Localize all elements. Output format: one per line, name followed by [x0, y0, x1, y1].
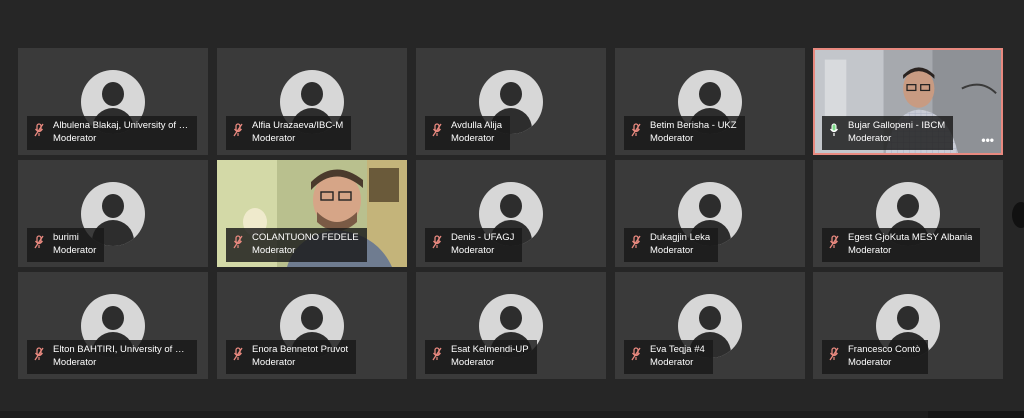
participant-tile[interactable]: Francesco Contò Moderator: [813, 272, 1003, 379]
participant-tile[interactable]: Albulena Blakaj, University of Pri... Mo…: [18, 48, 208, 155]
participant-role: Moderator: [650, 357, 694, 368]
participant-role: Moderator: [451, 357, 495, 368]
participant-name: Elton BAHTIRI, University of Prish...: [53, 344, 189, 355]
participant-label: burimi Moderator: [27, 228, 105, 262]
bottom-bar-button[interactable]: [928, 411, 1024, 418]
participant-tile[interactable]: Denis - UFAGJ Moderator: [416, 160, 606, 267]
participant-label: Egest GjoKuta MESY Albania Moderator: [822, 228, 981, 262]
participant-name: Albulena Blakaj, University of Pri...: [53, 120, 189, 131]
participant-role: Moderator: [53, 357, 97, 368]
participant-label: Albulena Blakaj, University of Pri... Mo…: [27, 116, 197, 150]
participant-label: Enora Bennetot Pruvot Moderator: [226, 340, 357, 374]
mic-icon: [830, 123, 838, 136]
participant-name: Denis - UFAGJ: [451, 232, 515, 243]
participant-name: COLANTUONO FEDELE: [252, 232, 359, 243]
participant-name: Francesco Contò: [848, 344, 921, 355]
muted-mic-icon: [631, 347, 641, 361]
participant-name: Avdulla Alija: [451, 120, 503, 131]
muted-mic-icon: [233, 235, 243, 249]
next-page-handle[interactable]: [1012, 202, 1024, 228]
muted-mic-icon: [34, 235, 44, 249]
participant-role: Moderator: [848, 357, 892, 368]
participant-tile[interactable]: Egest GjoKuta MESY Albania Moderator: [813, 160, 1003, 267]
participant-name: Dukagjin Leka: [650, 232, 711, 243]
participant-tile[interactable]: Avdulla Alija Moderator: [416, 48, 606, 155]
participant-label: Alfia Urazaeva/IBC-M Moderator: [226, 116, 352, 150]
participant-tile-active-speaker[interactable]: Bujar Gallopeni - IBCM Moderator •••: [813, 48, 1003, 155]
participant-label: Esat Kelmendi-UP Moderator: [425, 340, 537, 374]
participant-label: Bujar Gallopeni - IBCM Moderator: [822, 116, 954, 150]
muted-mic-icon: [829, 235, 839, 249]
participant-role: Moderator: [848, 133, 892, 144]
participant-role: Moderator: [252, 133, 296, 144]
muted-mic-icon: [233, 123, 243, 137]
participant-label: Francesco Contò Moderator: [822, 340, 929, 374]
participant-tile[interactable]: Eva Teqja #4 Moderator: [615, 272, 805, 379]
participant-role: Moderator: [252, 357, 296, 368]
more-options-icon[interactable]: •••: [981, 134, 994, 146]
participant-label: Elton BAHTIRI, University of Prish... Mo…: [27, 340, 197, 374]
participant-tile[interactable]: Esat Kelmendi-UP Moderator: [416, 272, 606, 379]
participant-label: Denis - UFAGJ Moderator: [425, 228, 523, 262]
participant-name: Eva Teqja #4: [650, 344, 705, 355]
muted-mic-icon: [432, 123, 442, 137]
muted-mic-icon: [34, 347, 44, 361]
participant-grid: Albulena Blakaj, University of Pri... Mo…: [0, 0, 1024, 418]
participant-label: Eva Teqja #4 Moderator: [624, 340, 713, 374]
participant-role: Moderator: [53, 245, 97, 256]
muted-mic-icon: [432, 235, 442, 249]
participant-tile[interactable]: Dukagjin Leka Moderator: [615, 160, 805, 267]
participant-tile[interactable]: burimi Moderator: [18, 160, 208, 267]
participant-tile[interactable]: COLANTUONO FEDELE Moderator: [217, 160, 407, 267]
muted-mic-icon: [34, 123, 44, 137]
participant-tile[interactable]: Elton BAHTIRI, University of Prish... Mo…: [18, 272, 208, 379]
participant-name: burimi: [53, 232, 79, 243]
participant-label: COLANTUONO FEDELE Moderator: [226, 228, 367, 262]
participant-name: Esat Kelmendi-UP: [451, 344, 529, 355]
muted-mic-icon: [829, 347, 839, 361]
muted-mic-icon: [631, 123, 641, 137]
participant-role: Moderator: [650, 133, 694, 144]
participant-label: Avdulla Alija Moderator: [425, 116, 511, 150]
participant-name: Egest GjoKuta MESY Albania: [848, 232, 973, 243]
participant-name: Alfia Urazaeva/IBC-M: [252, 120, 344, 131]
participant-role: Moderator: [53, 133, 97, 144]
participant-role: Moderator: [451, 133, 495, 144]
muted-mic-icon: [631, 235, 641, 249]
participant-role: Moderator: [650, 245, 694, 256]
participant-role: Moderator: [252, 245, 296, 256]
participant-label: Betim Berisha - UKZ Moderator: [624, 116, 745, 150]
bottom-bar: [0, 411, 1024, 418]
participant-tile[interactable]: Enora Bennetot Pruvot Moderator: [217, 272, 407, 379]
participant-tile[interactable]: Betim Berisha - UKZ Moderator: [615, 48, 805, 155]
participant-label: Dukagjin Leka Moderator: [624, 228, 719, 262]
muted-mic-icon: [233, 347, 243, 361]
participant-name: Bujar Gallopeni - IBCM: [848, 120, 946, 131]
muted-mic-icon: [432, 347, 442, 361]
participant-name: Betim Berisha - UKZ: [650, 120, 737, 131]
participant-name: Enora Bennetot Pruvot: [252, 344, 349, 355]
participant-role: Moderator: [848, 245, 892, 256]
participant-tile[interactable]: Alfia Urazaeva/IBC-M Moderator: [217, 48, 407, 155]
participant-role: Moderator: [451, 245, 495, 256]
